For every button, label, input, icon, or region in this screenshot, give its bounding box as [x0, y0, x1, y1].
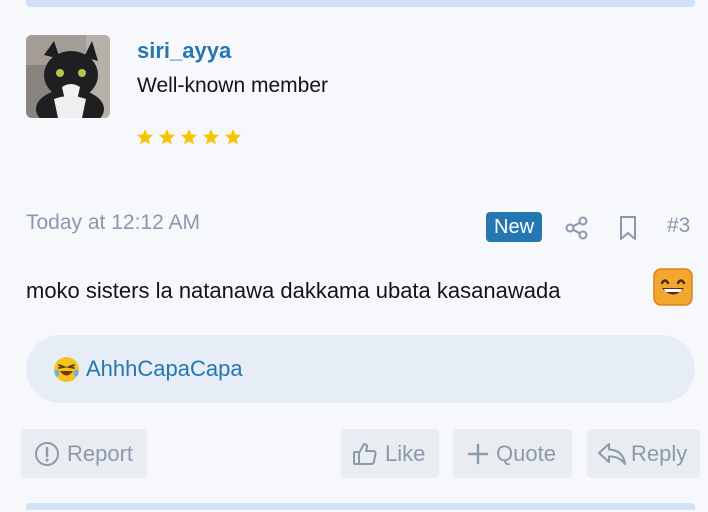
star-icon — [158, 129, 176, 145]
laughing-emoji-icon — [54, 357, 79, 382]
post-page: siri_ayya Well-known member Today at 12:… — [0, 0, 708, 512]
quote-label: Quote — [496, 440, 556, 466]
avatar[interactable] — [26, 35, 110, 118]
star-icon — [180, 129, 198, 145]
post-timestamp[interactable]: Today at 12:12 AM — [26, 211, 200, 235]
bottom-divider — [26, 503, 695, 510]
plus-icon — [467, 443, 489, 464]
star-icon — [136, 129, 154, 145]
star-rating — [136, 128, 242, 146]
post-number-link[interactable]: #3 — [667, 214, 690, 238]
share-icon[interactable] — [564, 215, 590, 241]
reply-button[interactable]: Reply — [587, 429, 700, 478]
like-button[interactable]: Like — [341, 429, 439, 478]
grinning-face-emoji-icon — [653, 268, 693, 306]
report-button[interactable]: Report — [21, 429, 147, 478]
like-label: Like — [385, 440, 426, 466]
post-message: moko sisters la natanawa dakkama ubata k… — [26, 278, 561, 303]
bookmark-icon[interactable] — [616, 215, 640, 241]
reaction-users-link[interactable]: AhhhCapaCapa — [86, 356, 243, 382]
star-icon — [224, 129, 242, 145]
reply-label: Reply — [631, 440, 688, 466]
quote-button[interactable]: Quote — [453, 429, 572, 478]
new-badge: New — [486, 212, 543, 242]
reply-arrow-icon — [598, 442, 626, 465]
username-link[interactable]: siri_ayya — [137, 38, 231, 64]
star-icon — [202, 129, 220, 145]
alert-circle-icon — [35, 441, 59, 466]
thumbs-up-icon — [353, 442, 377, 465]
user-title: Well-known member — [137, 74, 328, 97]
report-label: Report — [67, 440, 134, 466]
reactions-bar[interactable]: AhhhCapaCapa — [26, 335, 695, 403]
cat-avatar-image — [26, 35, 110, 118]
top-divider — [26, 0, 695, 7]
